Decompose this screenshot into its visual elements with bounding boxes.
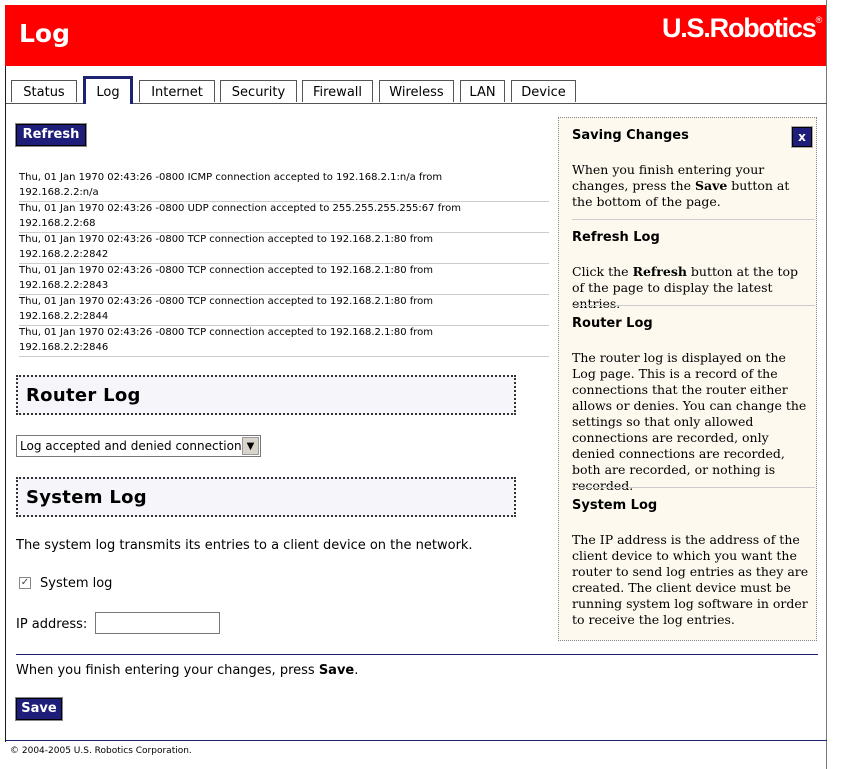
ip-address-input[interactable] [95, 612, 220, 634]
help-text-saving: When you finish entering your changes, p… [572, 162, 790, 209]
system-log-description: The system log transmits its entries to … [16, 538, 473, 553]
log-entry: Thu, 01 Jan 1970 02:43:26 -0800 TCP conn… [19, 263, 549, 295]
log-entry: Thu, 01 Jan 1970 02:43:26 -0800 TCP conn… [19, 325, 549, 357]
help-title-saving: Saving Changes [572, 128, 689, 143]
tab-log[interactable]: Log [83, 76, 133, 104]
footer-divider [6, 740, 827, 741]
log-entry: Thu, 01 Jan 1970 02:43:26 -0800 UDP conn… [19, 201, 549, 233]
tab-firewall[interactable]: Firewall [302, 80, 373, 102]
save-instructions: When you finish entering your changes, p… [16, 663, 359, 678]
frame-left-border [5, 66, 6, 742]
help-title-router-log: Router Log [572, 316, 653, 331]
log-entry: Thu, 01 Jan 1970 02:43:26 -0800 TCP conn… [19, 294, 549, 326]
save-button[interactable]: Save [15, 697, 63, 721]
router-log-heading: Router Log [26, 385, 141, 406]
router-log-select-value: Log accepted and denied connections [20, 439, 248, 453]
system-log-checkbox[interactable]: ✓ [19, 577, 31, 589]
help-title-system-log: System Log [572, 498, 658, 513]
router-log-select[interactable]: Log accepted and denied connections ▼ [16, 435, 261, 457]
help-panel: x Saving Changes When you finish enterin… [558, 117, 817, 641]
help-text-system-log: The IP address is the address of the cli… [572, 532, 809, 627]
page-title: Log [19, 19, 71, 48]
chevron-down-icon[interactable]: ▼ [242, 437, 259, 455]
log-entry: Thu, 01 Jan 1970 02:43:26 -0800 ICMP con… [19, 170, 549, 202]
help-title-refresh: Refresh Log [572, 230, 660, 245]
tab-wireless[interactable]: Wireless [379, 80, 454, 102]
log-entry: Thu, 01 Jan 1970 02:43:26 -0800 TCP conn… [19, 232, 549, 264]
tab-security[interactable]: Security [220, 80, 297, 102]
divider [16, 654, 818, 655]
tab-internet[interactable]: Internet [139, 80, 215, 102]
router-log-heading-box: Router Log [16, 375, 516, 415]
header-bar: Log U.S.Robotics® [5, 5, 827, 66]
help-separator [572, 305, 815, 306]
system-log-heading: System Log [26, 487, 147, 508]
help-separator [572, 487, 815, 488]
system-log-checkbox-label: System log [40, 576, 113, 591]
refresh-button[interactable]: Refresh [15, 123, 87, 147]
help-text-router-log: The router log is displayed on the Log p… [572, 350, 807, 493]
close-help-button[interactable]: x [791, 126, 813, 148]
tab-device[interactable]: Device [511, 80, 576, 102]
system-log-heading-box: System Log [16, 477, 516, 517]
ip-address-label: IP address: [16, 617, 88, 632]
frame-right-border [826, 0, 827, 769]
copyright-text: © 2004-2005 U.S. Robotics Corporation. [10, 746, 192, 756]
help-separator [572, 219, 815, 220]
brand-logo: U.S.Robotics® [661, 13, 822, 43]
tab-lan[interactable]: LAN [460, 80, 505, 102]
tab-status[interactable]: Status [11, 80, 77, 102]
